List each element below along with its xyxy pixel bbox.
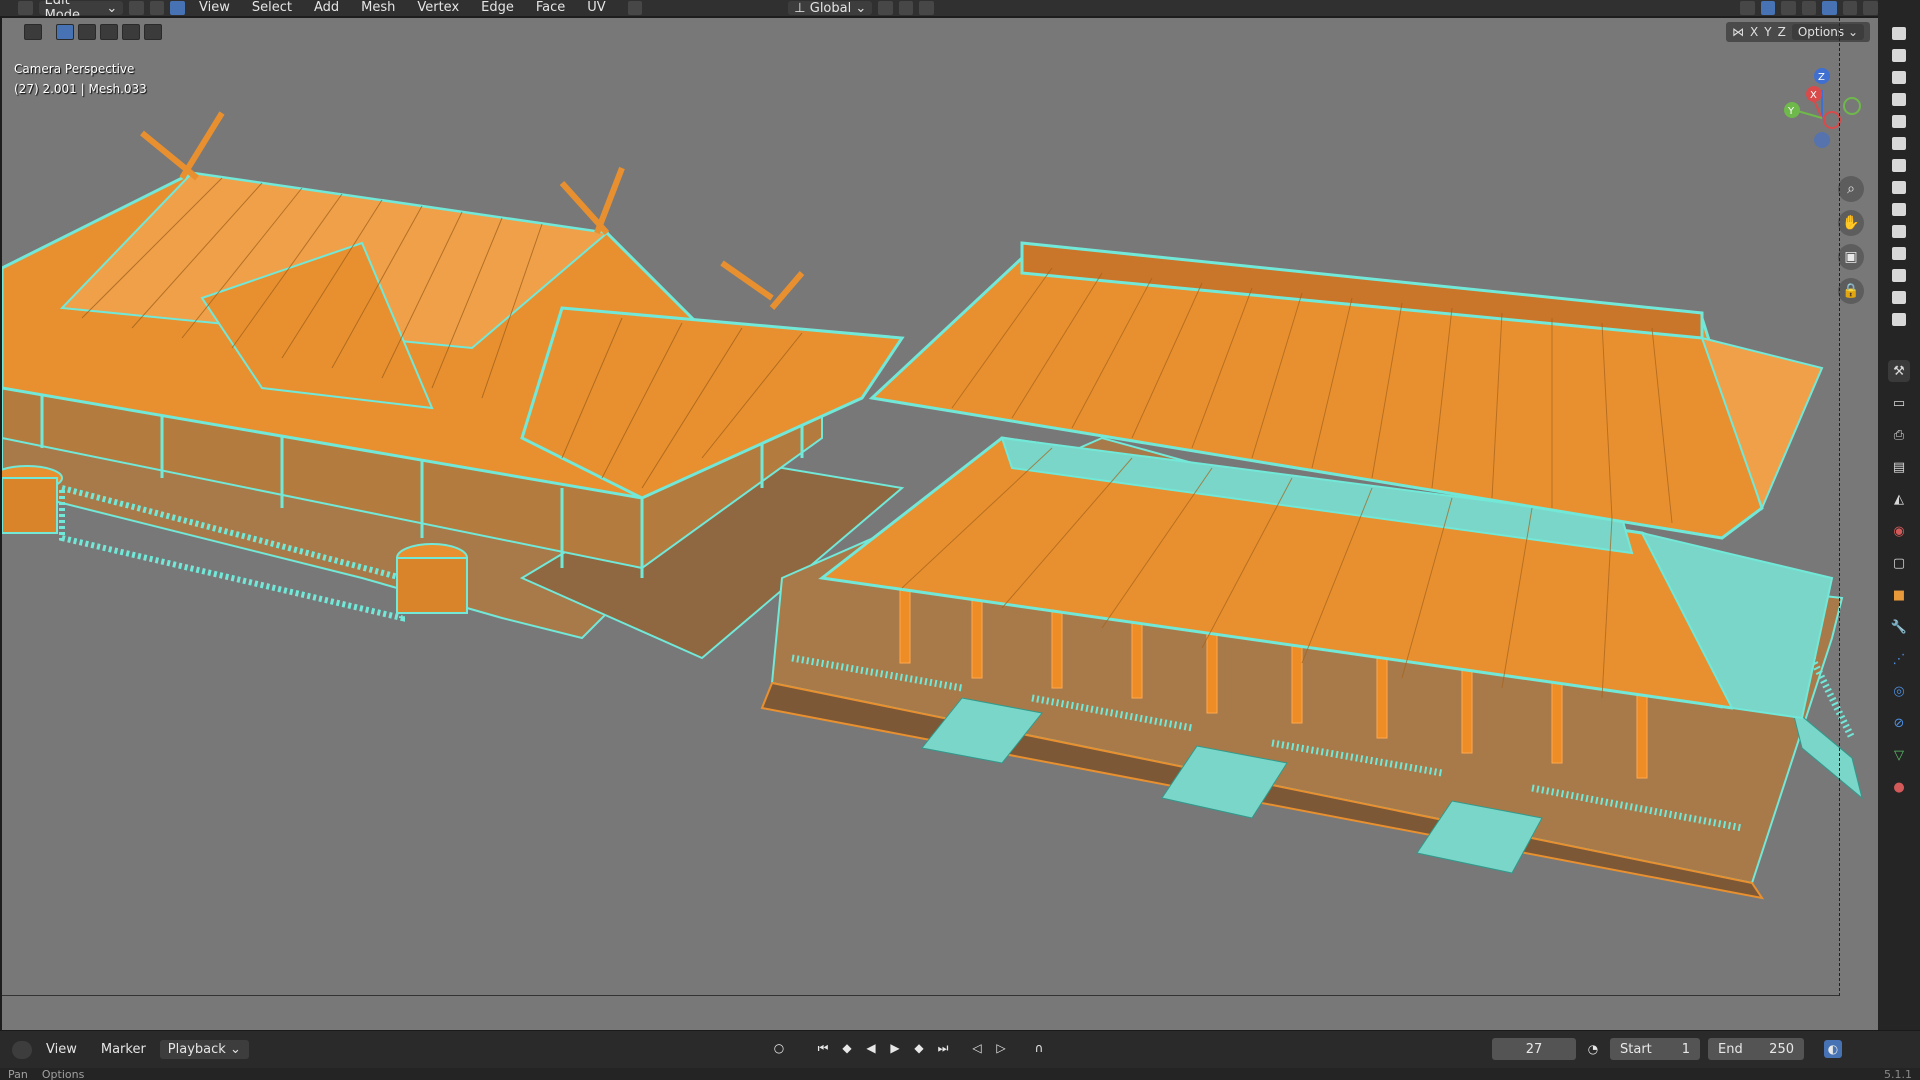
camera-toggle-icon[interactable] xyxy=(1892,159,1906,172)
modifier-tab-icon[interactable]: 🔧 xyxy=(1888,616,1910,638)
mode-label: Edit Mode xyxy=(44,0,80,16)
camera-toggle-icon[interactable] xyxy=(1892,291,1906,304)
keying-icon[interactable]: ∩ xyxy=(1030,1039,1048,1057)
render-tab-icon[interactable]: ▭ xyxy=(1888,392,1910,414)
play-icon[interactable]: ▶ xyxy=(886,1039,904,1057)
timeline-header: View Marker Playback ⌄ ○ ⏮ ◆ ◀ ▶ ◆ ⏭ ◁ ▷… xyxy=(0,1030,1920,1068)
particles-tab-icon[interactable]: ⋰ xyxy=(1888,648,1910,670)
jump-start-icon[interactable]: ⏮ xyxy=(814,1039,832,1057)
next-frame-icon[interactable]: ▷ xyxy=(992,1039,1010,1057)
viewport-header: Edit Mode ⌄ View Select Add Mesh Vertex … xyxy=(0,0,1878,16)
start-value: 1 xyxy=(1681,1041,1690,1057)
camera-toggle-icon[interactable] xyxy=(1892,115,1906,128)
constraints-tab-icon[interactable]: ⊘ xyxy=(1888,712,1910,734)
camera-toggle-icon[interactable] xyxy=(1892,269,1906,282)
prev-frame-icon[interactable]: ◁ xyxy=(968,1039,986,1057)
camera-frame xyxy=(2,18,1840,996)
snap-icon[interactable] xyxy=(898,1,914,15)
prev-keyframe-icon[interactable]: ◆ xyxy=(838,1039,856,1057)
uv-sync-icon[interactable] xyxy=(627,1,643,15)
camera-toggle-icon[interactable] xyxy=(1892,203,1906,216)
orientation-dropdown[interactable]: ⊥ Global ⌄ xyxy=(788,0,873,16)
shading-material-icon[interactable] xyxy=(1842,1,1858,15)
frame-range: 27 ◔ Start 1 End 250 ◐ xyxy=(1492,1038,1842,1060)
editor-type-icon[interactable] xyxy=(18,1,33,15)
start-frame-field[interactable]: Start 1 xyxy=(1610,1038,1700,1060)
pivot-icon[interactable] xyxy=(878,1,893,15)
material-tab-icon[interactable]: ● xyxy=(1888,776,1910,798)
orientation-icon: ⊥ xyxy=(794,0,806,16)
camera-toggle-icon[interactable] xyxy=(1892,247,1906,260)
gizmo-icon[interactable] xyxy=(1781,1,1796,15)
record-icon[interactable]: ○ xyxy=(770,1039,788,1057)
start-label: Start xyxy=(1620,1041,1652,1057)
hand-pan-icon[interactable]: ✋ xyxy=(1838,210,1864,236)
timeline-menu-marker[interactable]: Marker xyxy=(91,1042,156,1057)
timeline-menu-view[interactable]: View xyxy=(36,1042,87,1057)
version-label: 5.1.1 xyxy=(1884,1068,1912,1080)
scene-tab-icon[interactable]: ◭ xyxy=(1888,488,1910,510)
camera-view-icon[interactable]: ▣ xyxy=(1838,244,1864,270)
next-keyframe-icon[interactable]: ◆ xyxy=(910,1039,928,1057)
menu-view[interactable]: View xyxy=(191,1,238,15)
camera-toggle-icon[interactable] xyxy=(1892,27,1906,40)
end-label: End xyxy=(1718,1041,1743,1057)
menu-uv[interactable]: UV xyxy=(579,1,613,15)
world-tab-icon[interactable]: ◉ xyxy=(1888,520,1910,542)
face-select-icon[interactable] xyxy=(170,1,185,15)
proportional-edit-icon[interactable] xyxy=(919,1,934,15)
menu-vertex[interactable]: Vertex xyxy=(409,1,467,15)
blender-window: Edit Mode ⌄ View Select Add Mesh Vertex … xyxy=(0,0,1920,1080)
menu-select[interactable]: Select xyxy=(244,1,300,15)
current-frame-field[interactable]: 27 xyxy=(1492,1038,1576,1060)
end-frame-field[interactable]: End 250 xyxy=(1708,1038,1804,1060)
stopwatch-icon[interactable]: ◔ xyxy=(1584,1040,1602,1058)
play-reverse-icon[interactable]: ◀ xyxy=(862,1039,880,1057)
edge-select-icon[interactable] xyxy=(149,1,165,15)
timeline-editor-icon[interactable] xyxy=(12,1040,32,1059)
status-bar: Pan Options 5.1.1 xyxy=(0,1068,1920,1080)
playback-label: Playback xyxy=(167,1042,226,1057)
overlay-icon[interactable] xyxy=(1740,1,1755,15)
camera-toggle-icon[interactable] xyxy=(1892,71,1906,84)
playback-dropdown[interactable]: Playback ⌄ xyxy=(159,1040,249,1059)
vertex-select-icon[interactable] xyxy=(129,1,144,15)
output-tab-icon[interactable]: ⎙ xyxy=(1888,424,1910,446)
tool-tab-icon[interactable]: ⚒ xyxy=(1888,360,1910,382)
menu-mesh[interactable]: Mesh xyxy=(353,1,403,15)
timeline-overlay-icon[interactable]: ◐ xyxy=(1824,1040,1842,1058)
xray-icon[interactable] xyxy=(1760,1,1776,15)
jump-end-icon[interactable]: ⏭ xyxy=(934,1039,952,1057)
shading-wireframe-icon[interactable] xyxy=(1801,1,1817,15)
outliner-visibility-column xyxy=(1878,18,1920,326)
end-value: 250 xyxy=(1769,1041,1794,1057)
object-tab-icon[interactable]: ■ xyxy=(1888,584,1910,606)
mode-dropdown[interactable]: Edit Mode ⌄ xyxy=(38,0,124,16)
current-frame-value: 27 xyxy=(1525,1041,1543,1057)
status-options-hint: Options xyxy=(41,1067,85,1080)
menu-edge[interactable]: Edge xyxy=(473,1,522,15)
camera-toggle-icon[interactable] xyxy=(1892,225,1906,238)
menu-face[interactable]: Face xyxy=(528,1,573,15)
collection-tab-icon[interactable]: ▢ xyxy=(1888,552,1910,574)
view-layer-tab-icon[interactable]: ▤ xyxy=(1888,456,1910,478)
3d-viewport[interactable]: Camera Perspective (27) 2.001 | Mesh.033… xyxy=(2,18,1878,1030)
orientation-label: Global xyxy=(809,0,852,16)
shading-solid-icon[interactable] xyxy=(1822,1,1837,15)
physics-tab-icon[interactable]: ◎ xyxy=(1888,680,1910,702)
properties-strip: ⚒ ▭ ⎙ ▤ ◭ ◉ ▢ ■ 🔧 ⋰ ◎ ⊘ ▽ ● xyxy=(1878,0,1920,1030)
status-pan-hint: Pan xyxy=(8,1067,28,1080)
camera-toggle-icon[interactable] xyxy=(1892,93,1906,106)
camera-toggle-icon[interactable] xyxy=(1892,49,1906,62)
data-tab-icon[interactable]: ▽ xyxy=(1888,744,1910,766)
shading-rendered-icon[interactable] xyxy=(1863,1,1878,15)
properties-tabs: ⚒ ▭ ⎙ ▤ ◭ ◉ ▢ ■ 🔧 ⋰ ◎ ⊘ ▽ ● xyxy=(1878,350,1920,798)
zoom-icon[interactable]: ⌕ xyxy=(1838,176,1864,202)
camera-toggle-icon[interactable] xyxy=(1892,313,1906,326)
camera-toggle-icon[interactable] xyxy=(1892,181,1906,194)
playback-controls: ○ ⏮ ◆ ◀ ▶ ◆ ⏭ ◁ ▷ ∩ xyxy=(770,1039,1048,1057)
camera-toggle-icon[interactable] xyxy=(1892,137,1906,150)
menu-add[interactable]: Add xyxy=(306,1,347,15)
lock-icon[interactable]: 🔒 xyxy=(1838,278,1864,304)
